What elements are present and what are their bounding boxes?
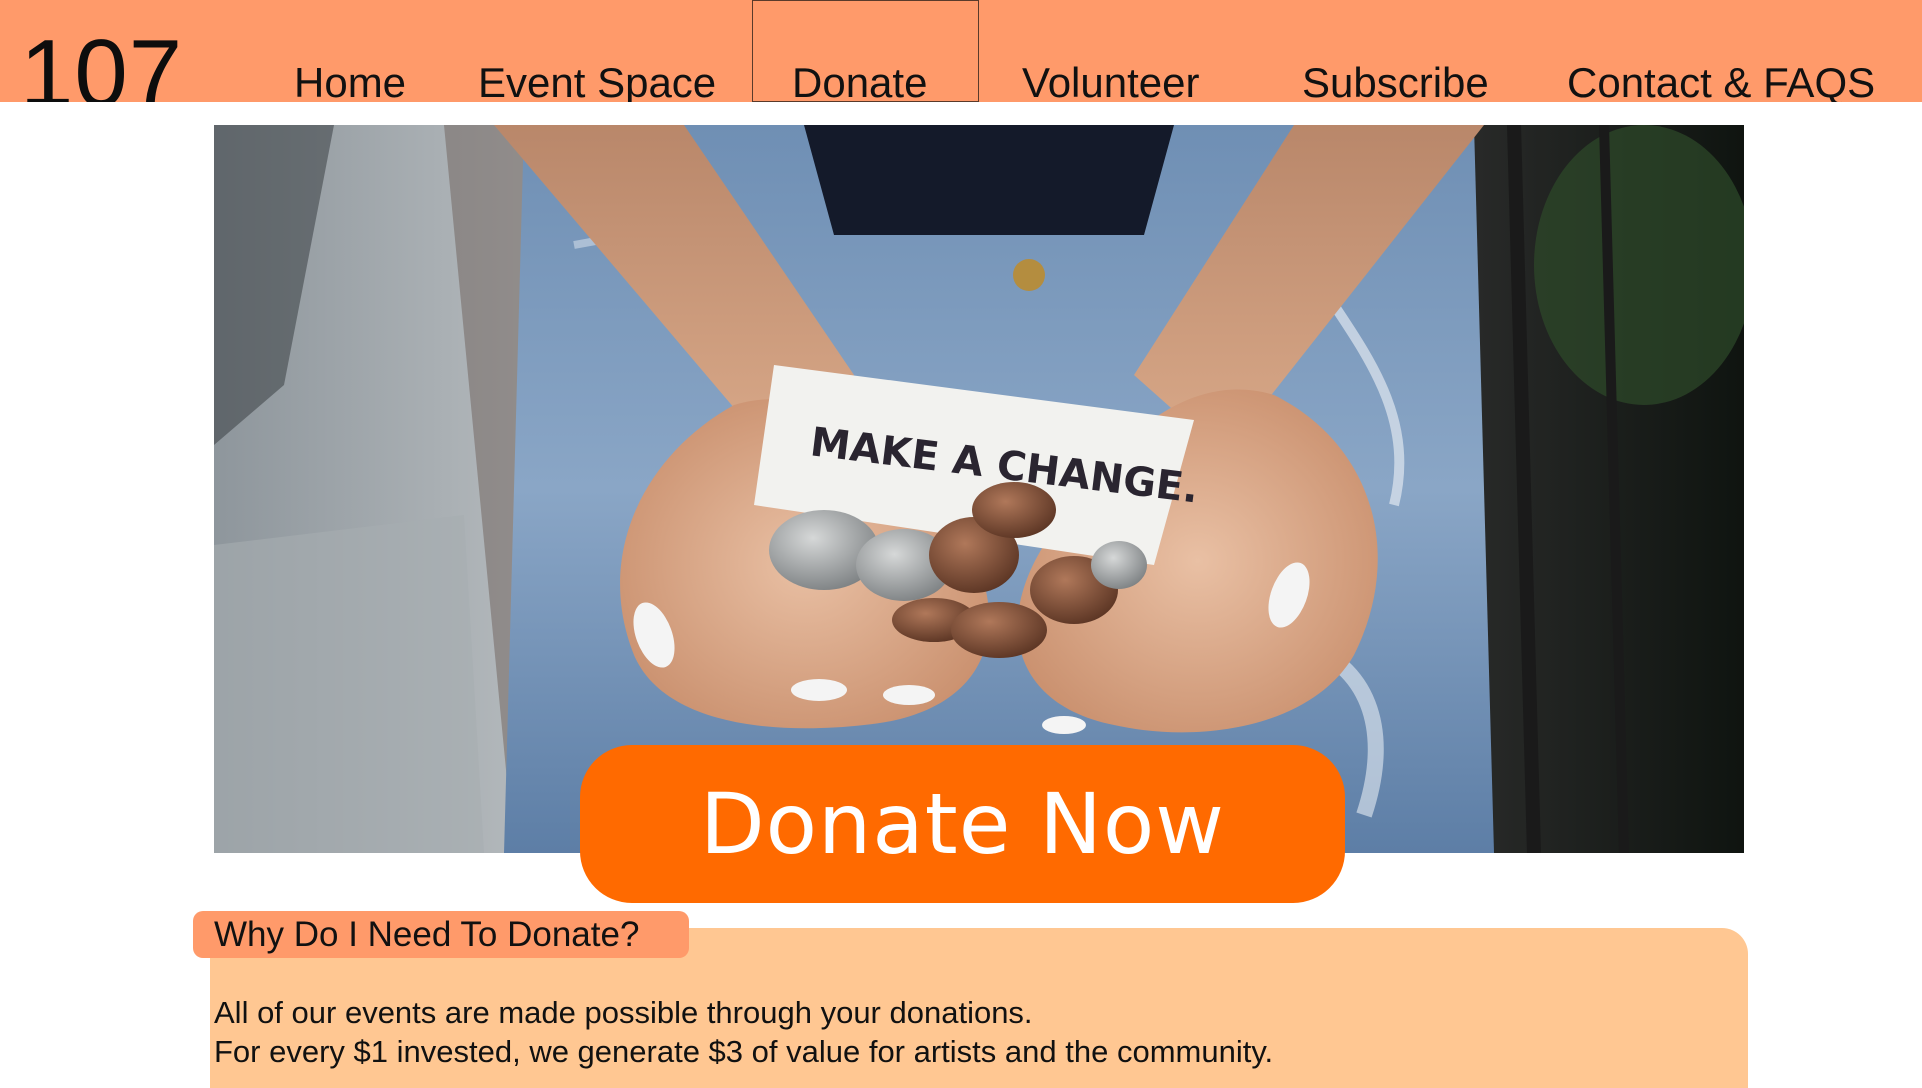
nav-item-donate[interactable]: Donate [792,62,927,103]
nav-item-subscribe[interactable]: Subscribe [1302,62,1489,103]
nav-item-volunteer[interactable]: Volunteer [1022,62,1199,103]
hands-holding-coins-image: MAKE A CHANGE. [214,125,1744,853]
nav-item-home[interactable]: Home [294,62,406,103]
nav-item-event-space[interactable]: Event Space [478,62,716,103]
info-line-1: All of our events are made possible thro… [214,995,1033,1030]
nav-item-contact-faqs[interactable]: Contact & FAQS [1567,62,1875,103]
site-header: 107 Home Event Space Donate Volunteer Su… [0,0,1922,102]
donate-now-button[interactable]: Donate Now [580,745,1345,903]
site-logo[interactable]: 107 [20,26,183,103]
hero-image: MAKE A CHANGE. [214,125,1744,853]
info-heading: Why Do I Need To Donate? [214,915,640,954]
info-line-2: For every $1 invested, we generate $3 of… [214,1034,1274,1069]
